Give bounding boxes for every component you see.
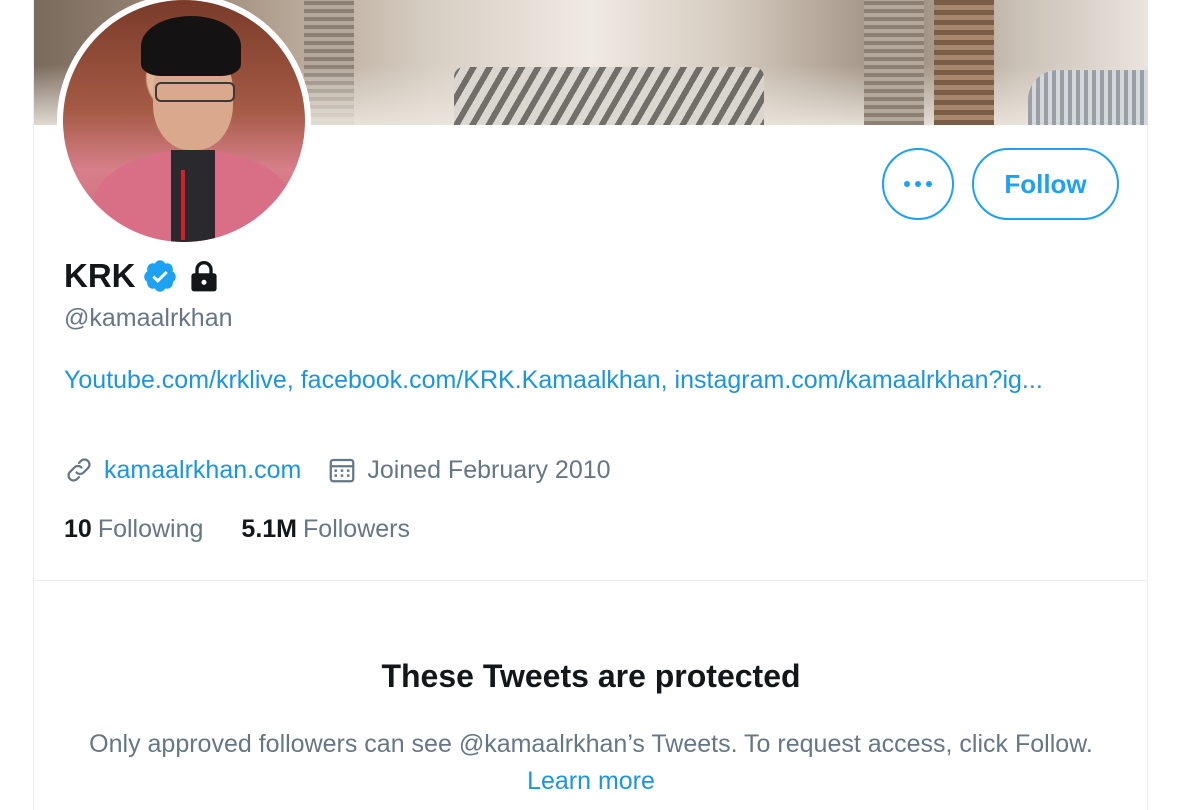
avatar-glasses	[155, 82, 235, 102]
avatar[interactable]	[57, 0, 311, 248]
followers-stat-link[interactable]: 5.1M Followers	[241, 515, 410, 544]
verified-badge-icon	[143, 260, 176, 292]
protected-tweets-title: These Tweets are protected	[381, 658, 801, 694]
link-icon	[67, 458, 91, 482]
avatar-lanyard	[181, 170, 185, 240]
display-name: KRK	[64, 257, 136, 294]
followers-count: 5.1M	[241, 515, 298, 543]
banner-vase	[1028, 70, 1148, 125]
profile-handle: @kamaalrkhan	[64, 304, 233, 332]
avatar-shirt	[171, 150, 215, 242]
profile-bio: Youtube.com/krklive, facebook.com/KRK.Ka…	[64, 362, 1104, 398]
followers-label: Followers	[303, 515, 410, 543]
left-margin	[0, 0, 33, 810]
name-row: KRK	[64, 254, 218, 298]
banner-pillar	[864, 0, 924, 125]
avatar-hair	[141, 16, 241, 76]
following-stat-link[interactable]: 10 Following	[64, 515, 203, 544]
lock-icon	[190, 261, 217, 292]
banner-rug	[454, 67, 764, 125]
profile-stats: 10 Following 5.1M Followers	[64, 515, 410, 544]
section-divider	[34, 580, 1148, 581]
bio-link-instagram[interactable]: instagram.com/kamaalrkhan?ig...	[675, 366, 1043, 394]
bio-link-youtube[interactable]: Youtube.com/krklive	[64, 366, 287, 394]
banner-pillar	[934, 0, 994, 125]
website-link[interactable]: kamaalrkhan.com	[104, 456, 301, 485]
learn-more-link[interactable]: Learn more	[527, 767, 655, 795]
profile-meta-row: kamaalrkhan.com Joined February 2010	[64, 455, 611, 485]
protected-desc-text: Only approved followers can see @kamaalr…	[89, 730, 1093, 758]
following-label: Following	[97, 515, 204, 543]
bio-link-facebook[interactable]: facebook.com/KRK.Kamaalkhan	[301, 366, 661, 394]
profile-page: Follow KRK @kamaalrkhan Youtube.com/krkl…	[0, 0, 1200, 810]
joined-date: Joined February 2010	[367, 455, 611, 484]
profile-column: Follow KRK @kamaalrkhan Youtube.com/krkl…	[33, 0, 1148, 810]
bio-separator: ,	[660, 366, 675, 394]
more-options-button[interactable]	[882, 148, 954, 220]
more-dots-icon	[904, 181, 932, 187]
following-count: 10	[64, 515, 92, 543]
calendar-icon	[329, 458, 355, 483]
protected-tweets-description: Only approved followers can see @kamaalr…	[74, 726, 1108, 800]
follow-button[interactable]: Follow	[972, 148, 1119, 220]
bio-separator: ,	[286, 366, 301, 394]
